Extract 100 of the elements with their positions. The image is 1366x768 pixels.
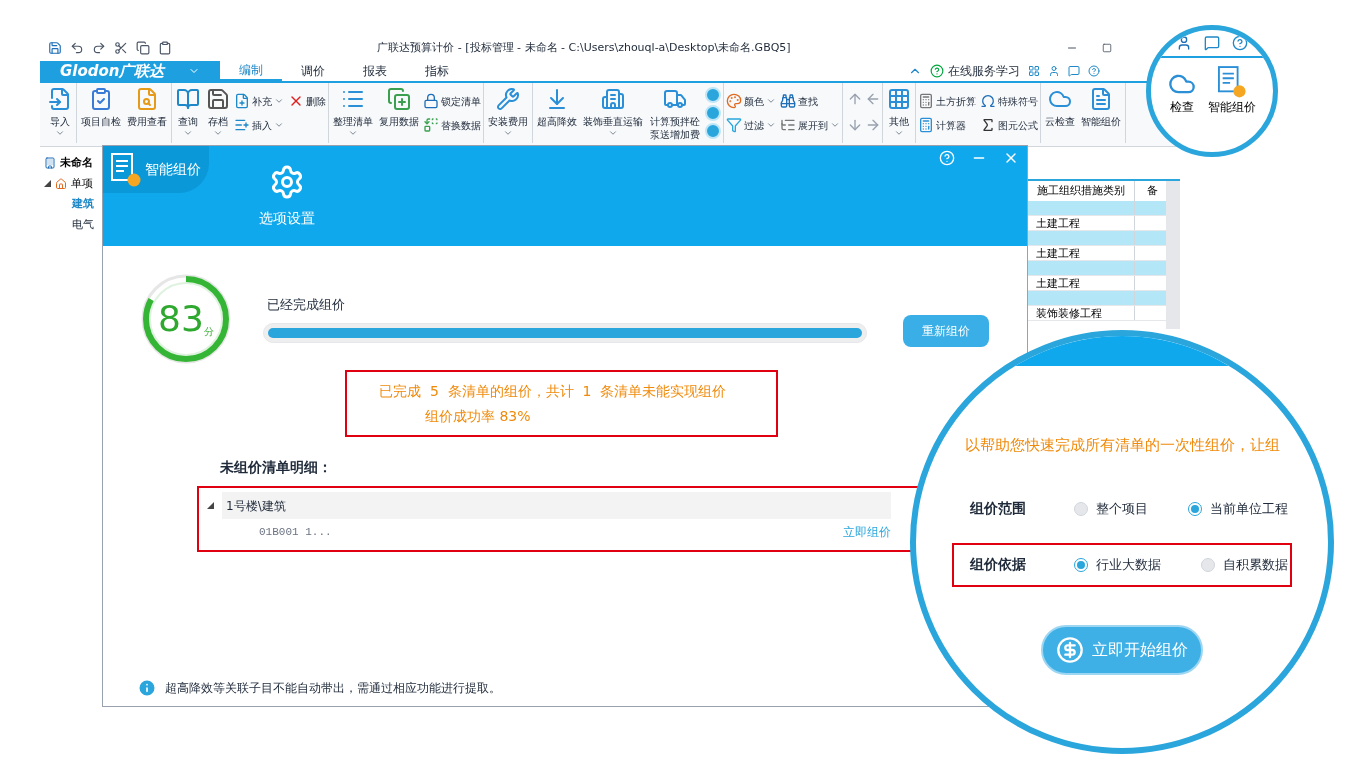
redo-icon[interactable] <box>92 41 106 55</box>
grid-icon[interactable] <box>1028 65 1040 77</box>
radio-option[interactable]: 整个项目 <box>1074 498 1148 519</box>
radio-option[interactable]: 行业大数据 <box>1074 554 1161 575</box>
table-row[interactable]: 土建工程 <box>1028 246 1166 261</box>
tree-node[interactable]: 单项 <box>44 175 102 192</box>
ribbon-button[interactable]: 检查 <box>1168 70 1196 116</box>
ribbon-small-button[interactable]: 删除 <box>288 91 326 111</box>
ribbon-button[interactable]: 复用数据 <box>377 83 421 128</box>
ribbon-small-button[interactable]: 土方折算 <box>918 91 976 111</box>
table-row[interactable]: 装饰装修工程 <box>1028 306 1166 321</box>
yen-circle-icon <box>1056 635 1084 664</box>
help-icon[interactable] <box>1088 65 1100 77</box>
ribbon-small-button[interactable]: 替换数据 <box>423 115 481 135</box>
building-icon <box>44 157 56 170</box>
radio-button[interactable] <box>1074 501 1088 516</box>
ribbon-button[interactable]: 装饰垂直运输 <box>581 83 645 138</box>
expand-triangle-icon[interactable] <box>207 502 214 509</box>
ribbon-button[interactable]: 智能组价 <box>1208 66 1256 116</box>
ribbon-button[interactable]: 计算预拌砼泵送增加费 <box>647 83 703 141</box>
success-rate-text: 组价成功率 83% <box>425 406 532 426</box>
ribbon-small-button[interactable]: 补充 <box>234 91 284 111</box>
filter-icon <box>726 117 742 133</box>
cut-icon[interactable] <box>114 41 128 55</box>
document-yen-icon <box>1089 87 1113 111</box>
caret-icon <box>213 128 223 138</box>
radio-option[interactable]: 当前单位工程 <box>1188 498 1288 519</box>
undo-icon[interactable] <box>70 41 84 55</box>
replace-icon <box>423 117 439 133</box>
ribbon-button[interactable]: 费用查看 <box>125 83 169 128</box>
round-badge-icon[interactable] <box>705 87 721 103</box>
table-row[interactable]: 土建工程 <box>1028 216 1166 231</box>
ribbon-small-button[interactable]: 计算器 <box>918 115 976 135</box>
radio-button[interactable] <box>1201 557 1215 572</box>
gear-icon <box>269 164 305 200</box>
radio-button[interactable] <box>1074 557 1088 572</box>
copy-data-icon <box>387 87 411 111</box>
menu-tab[interactable]: 调价 <box>282 61 344 81</box>
scrollbar[interactable] <box>1166 181 1180 329</box>
tree-item[interactable]: 电气 <box>72 216 102 233</box>
ribbon-small-button[interactable]: 插入 <box>234 115 284 135</box>
restore-icon[interactable] <box>1102 43 1112 53</box>
radio-button[interactable] <box>1188 501 1202 516</box>
column-header[interactable]: 备 <box>1135 181 1166 201</box>
move-down-icon[interactable] <box>847 117 863 133</box>
user-icon[interactable] <box>1176 35 1192 51</box>
table-cell: 土建工程 <box>1028 246 1135 260</box>
ribbon-button[interactable]: 整理清单 <box>331 83 375 138</box>
menu-tab[interactable]: 编制 <box>220 61 282 81</box>
ribbon-button[interactable]: 导入 <box>46 83 74 138</box>
ribbon-small-button[interactable]: 颜色 <box>726 91 776 111</box>
ribbon-button[interactable]: 智能组价 <box>1079 83 1123 128</box>
table-cell: 土建工程 <box>1028 276 1135 290</box>
insert-icon <box>234 117 250 133</box>
save-icon[interactable] <box>48 41 62 55</box>
lock-icon <box>423 93 439 109</box>
tree-root[interactable]: 未命名 <box>44 155 102 172</box>
tree-item[interactable]: 建筑 <box>72 196 102 213</box>
help-icon[interactable] <box>1232 35 1248 51</box>
table-row[interactable]: 土建工程 <box>1028 276 1166 291</box>
omega-icon <box>980 93 996 109</box>
copy-icon[interactable] <box>136 41 150 55</box>
caret-icon <box>766 96 776 106</box>
radio-option[interactable]: 自积累数据 <box>1201 554 1288 575</box>
menu-tab[interactable]: 报表 <box>344 61 406 81</box>
group-row[interactable]: 1号楼\建筑 <box>222 492 891 519</box>
caret-icon <box>503 128 513 138</box>
ribbon-small-button[interactable]: 展开到 <box>780 115 840 135</box>
ribbon-button[interactable]: 查询 <box>174 83 202 138</box>
ribbon-small-button[interactable]: 图元公式 <box>980 115 1038 135</box>
section-title: 未组价清单明细： <box>220 458 333 477</box>
ribbon-button[interactable]: 项目自检 <box>79 83 123 128</box>
menu-tab[interactable]: 指标 <box>406 61 468 81</box>
round-badge-icon[interactable] <box>705 123 721 139</box>
table-cell: 土建工程 <box>1028 216 1135 230</box>
ribbon-button[interactable]: 其他 <box>885 83 913 138</box>
ribbon-button[interactable]: 超高降效 <box>535 83 579 128</box>
ribbon-small-button[interactable]: 查找 <box>780 91 840 111</box>
ribbon-small-button[interactable]: 过滤 <box>726 115 776 135</box>
message-icon[interactable] <box>1068 65 1080 77</box>
caret-icon <box>894 128 904 138</box>
round-badge-icon[interactable] <box>705 105 721 121</box>
binoculars-icon <box>780 93 796 109</box>
ribbon-button[interactable]: 云检查 <box>1043 83 1077 128</box>
ribbon-small-button[interactable]: 特殊符号 <box>980 91 1038 111</box>
expand-triangle-icon[interactable] <box>44 180 51 188</box>
palette-icon <box>726 93 742 109</box>
message-icon[interactable] <box>1204 35 1220 51</box>
move-up-icon[interactable] <box>847 91 863 107</box>
ribbon-button[interactable]: 存档 <box>204 83 232 138</box>
table-cell: 装饰装修工程 <box>1028 306 1135 320</box>
ribbon-small-button[interactable]: 锁定清单 <box>423 91 481 111</box>
user-icon[interactable] <box>1048 65 1060 77</box>
caret-icon <box>274 120 284 130</box>
paste-icon[interactable] <box>158 41 172 55</box>
calculator-icon <box>918 117 934 133</box>
intro-text: 以帮助您快速完成所有清单的一次性组价，让组 <box>964 435 1280 456</box>
info-icon <box>137 678 157 698</box>
service-link[interactable]: 在线服务学习 <box>930 62 1020 80</box>
ribbon-button[interactable]: 安装费用 <box>486 83 530 138</box>
